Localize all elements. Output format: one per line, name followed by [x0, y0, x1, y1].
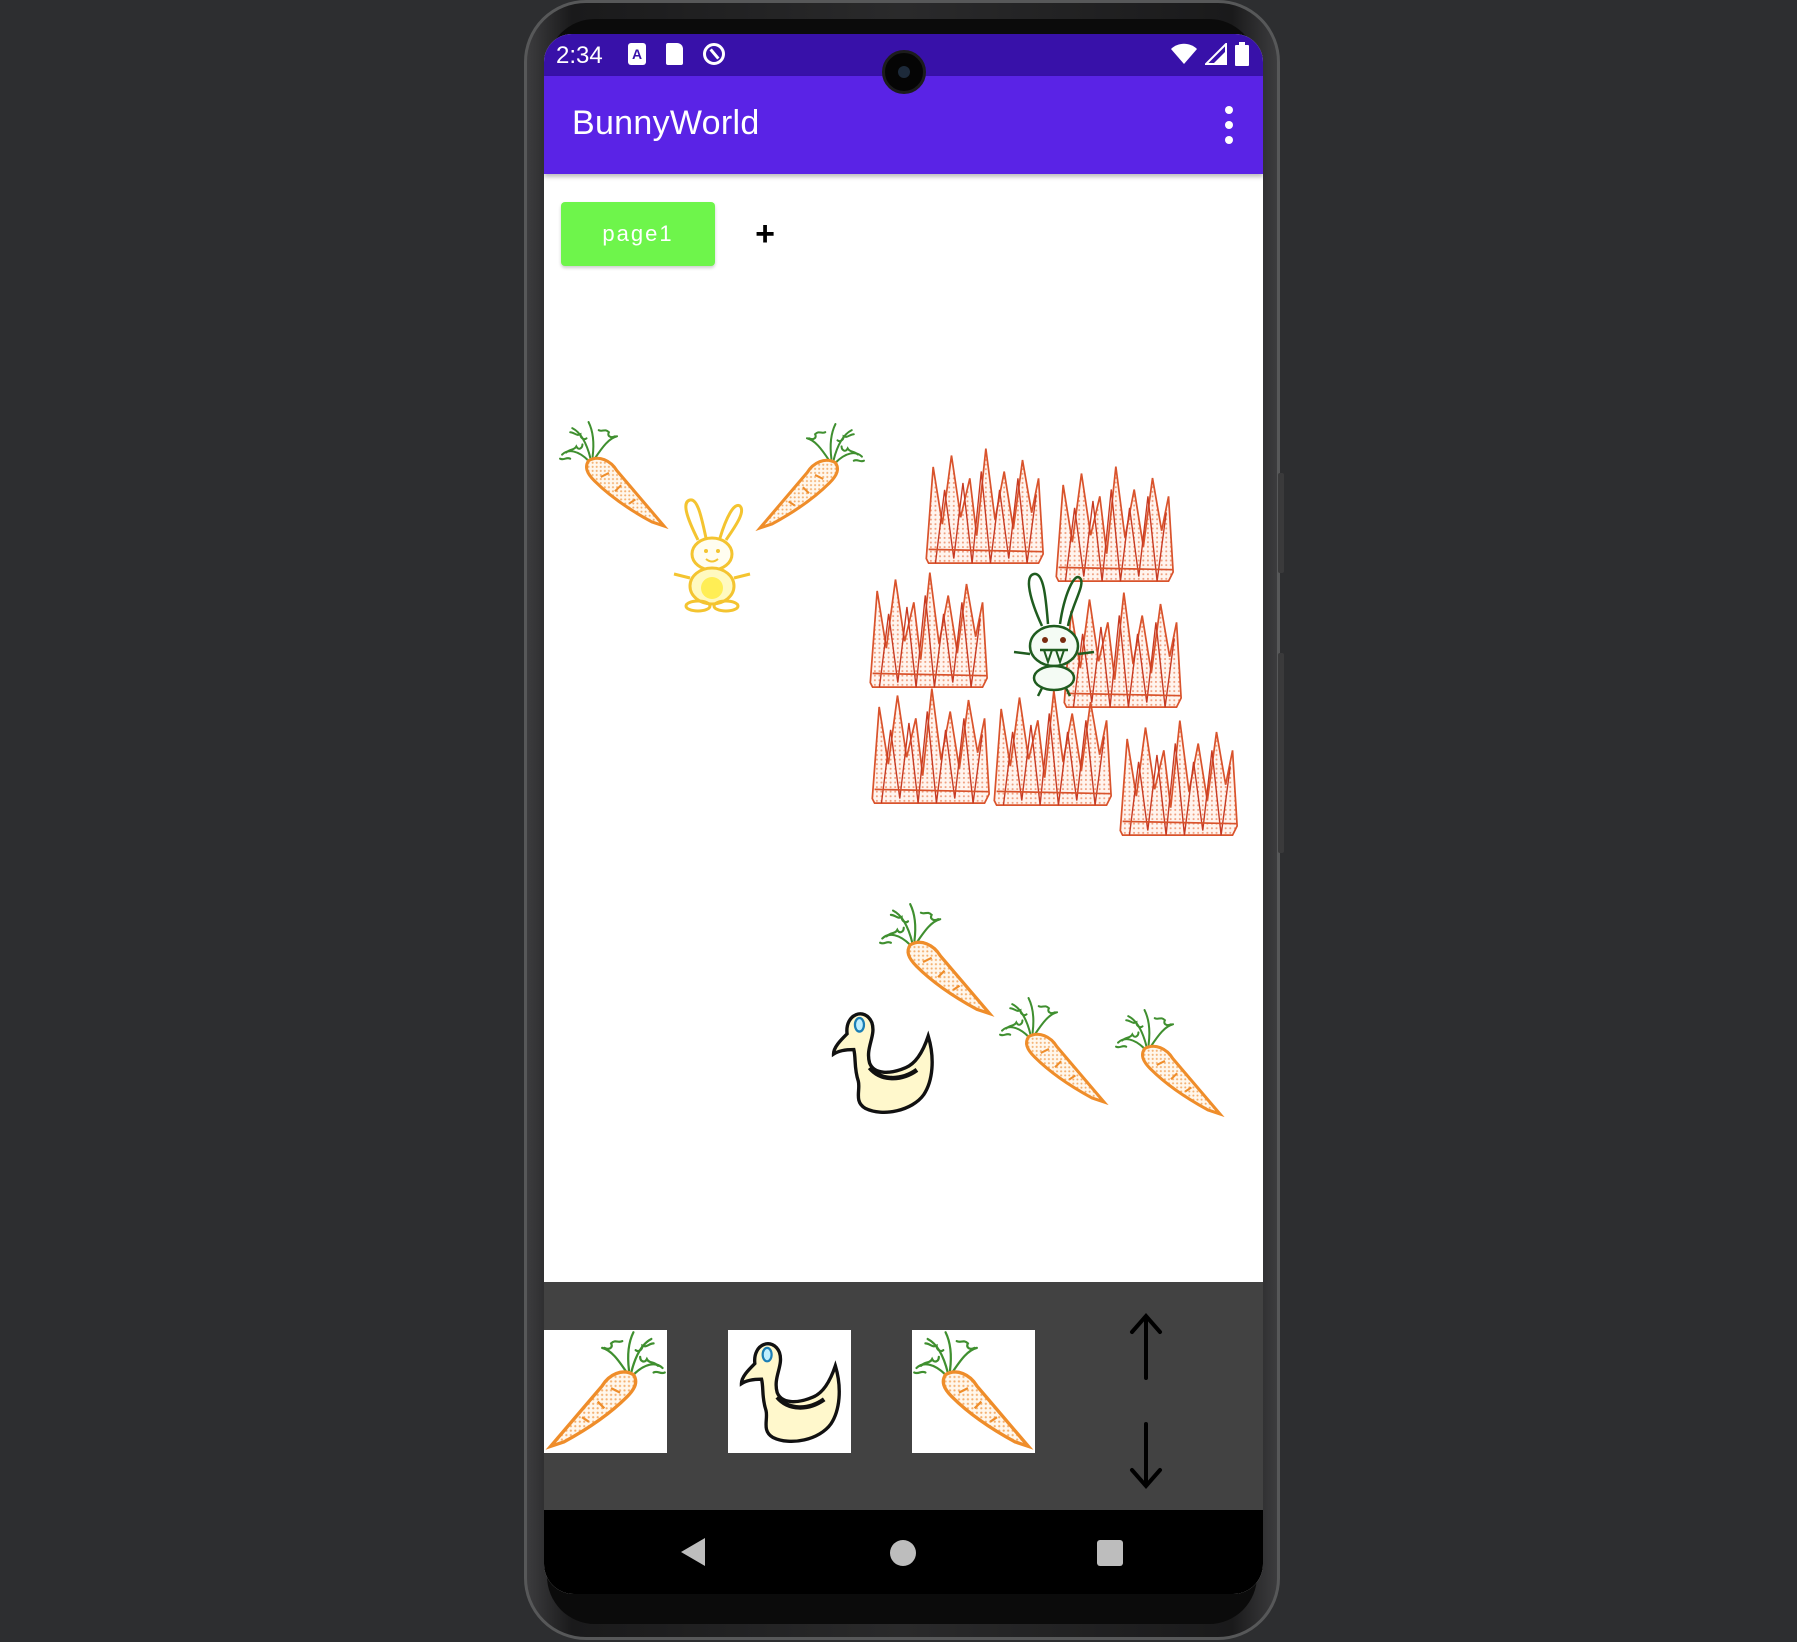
- add-page-button[interactable]: +: [745, 215, 785, 254]
- status-time: 2:34: [556, 42, 603, 69]
- app-title: BunnyWorld: [572, 104, 760, 142]
- back-icon[interactable]: [681, 1538, 705, 1566]
- do-not-disturb-icon: [703, 43, 725, 65]
- battery-icon: [1235, 42, 1249, 66]
- tray-thumbnail-carrot[interactable]: [912, 1330, 1035, 1453]
- navigation-bar: [544, 1510, 1263, 1594]
- home-icon[interactable]: [890, 1540, 916, 1566]
- carrot-sprite[interactable]: [558, 420, 670, 532]
- volume-button: [1278, 653, 1284, 853]
- fire-sprite[interactable]: [992, 686, 1118, 812]
- fire-sprite[interactable]: [870, 684, 996, 810]
- game-canvas[interactable]: [544, 284, 1263, 1282]
- wifi-icon: [1171, 43, 1197, 64]
- fire-sprite[interactable]: [868, 568, 994, 694]
- yellow-bunny-sprite[interactable]: [664, 496, 764, 616]
- recents-icon[interactable]: [1097, 1540, 1123, 1566]
- carrot-sprite[interactable]: [754, 422, 866, 534]
- tray-thumbnail-duck[interactable]: [728, 1330, 851, 1453]
- tray-thumbnail-carrot[interactable]: [544, 1330, 667, 1453]
- duck-sprite[interactable]: [820, 1000, 944, 1124]
- sprite-tray: [544, 1282, 1263, 1510]
- front-camera: [882, 50, 926, 94]
- arrow-up-icon[interactable]: [1126, 1312, 1166, 1382]
- status-icons-left: A: [628, 43, 725, 65]
- arrow-down-icon[interactable]: [1126, 1420, 1166, 1490]
- more-vert-icon[interactable]: [1221, 106, 1237, 144]
- sd-card-icon: [666, 43, 683, 65]
- carrot-sprite[interactable]: [1114, 1008, 1226, 1120]
- tab-page1[interactable]: page1: [561, 202, 715, 266]
- status-icons-right: [1171, 42, 1249, 66]
- cell-signal-icon: [1205, 43, 1227, 65]
- evil-bunny-sprite[interactable]: [1008, 570, 1098, 700]
- carrot-sprite[interactable]: [998, 996, 1110, 1108]
- screen: 2:34 A BunnyWorld page1 +: [544, 34, 1263, 1594]
- fire-sprite[interactable]: [924, 444, 1050, 570]
- page-tabs: page1 +: [561, 202, 785, 266]
- power-button: [1278, 473, 1284, 573]
- text-a-icon: A: [628, 43, 646, 65]
- fire-sprite[interactable]: [1118, 716, 1244, 842]
